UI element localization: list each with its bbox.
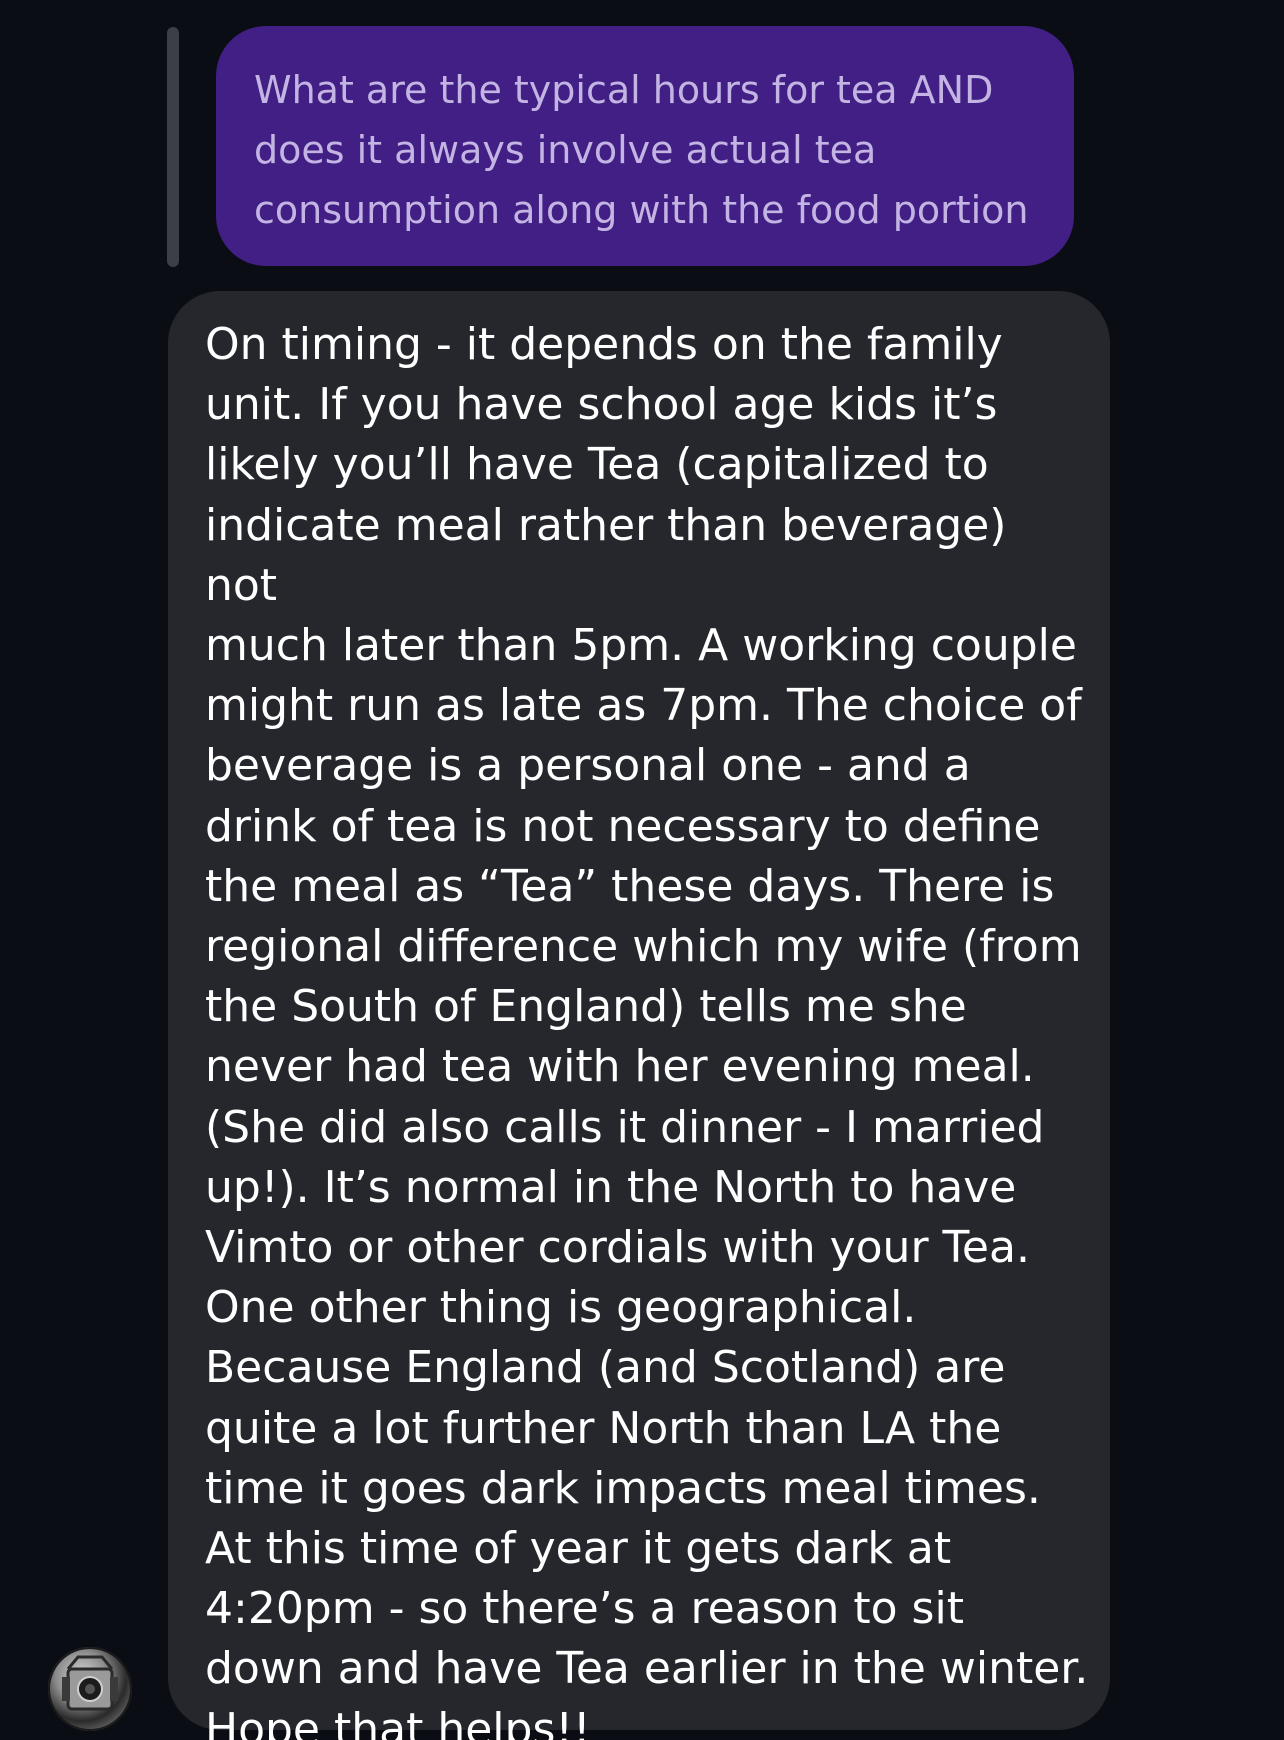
sender-avatar[interactable] — [48, 1647, 132, 1731]
avatar-image-icon — [62, 1655, 118, 1711]
reply-indicator-bar — [167, 27, 179, 267]
message-bubble[interactable]: On timing - it depends on the family uni… — [168, 291, 1110, 1740]
quoted-message-bubble[interactable]: What are the typical hours for tea AND d… — [216, 26, 1074, 266]
chat-screen: What are the typical hours for tea AND d… — [0, 0, 1284, 1740]
